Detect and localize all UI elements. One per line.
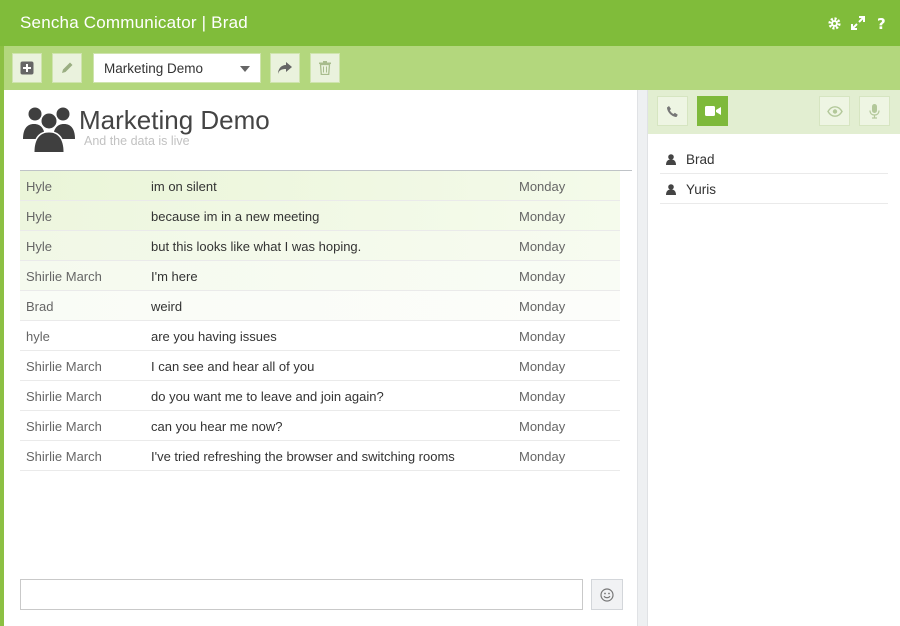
message-user: Hyle xyxy=(26,209,53,224)
message-row[interactable]: Shirlie March do you want me to leave an… xyxy=(20,381,620,411)
video-icon xyxy=(704,106,721,116)
user-icon xyxy=(666,154,676,165)
expand-icon[interactable] xyxy=(850,15,865,31)
message-user: Brad xyxy=(26,299,54,314)
message-user: hyle xyxy=(26,329,50,344)
message-user: Shirlie March xyxy=(26,269,102,284)
participant-list: Brad Yuris xyxy=(660,144,888,204)
message-text: can you hear me now? xyxy=(151,419,283,434)
message-date: Monday xyxy=(519,329,566,344)
message-date: Monday xyxy=(519,179,566,194)
room-title: Marketing Demo xyxy=(79,105,270,135)
message-date: Monday xyxy=(519,449,566,464)
add-icon xyxy=(20,61,34,75)
room-select[interactable]: Marketing Demo xyxy=(93,53,261,83)
message-text: I've tried refreshing the browser and sw… xyxy=(151,449,455,464)
mute-button[interactable] xyxy=(859,96,890,126)
message-row[interactable]: Hyle im on silent Monday xyxy=(20,171,620,201)
microphone-icon xyxy=(869,103,880,119)
participant-item[interactable]: Yuris xyxy=(660,174,888,204)
message-text: weird xyxy=(151,299,183,314)
edit-room-button[interactable] xyxy=(52,53,82,83)
phone-icon xyxy=(667,105,678,117)
message-row[interactable]: Hyle but this looks like what I was hopi… xyxy=(20,231,620,261)
eye-icon xyxy=(826,105,843,117)
message-input[interactable] xyxy=(20,579,583,610)
message-user: Hyle xyxy=(26,239,53,254)
group-icon xyxy=(22,104,76,152)
message-user: Shirlie March xyxy=(26,389,102,404)
app-title: Sencha Communicator | Brad xyxy=(20,13,248,32)
user-icon xyxy=(666,184,676,195)
message-row[interactable]: Shirlie March I've tried refreshing the … xyxy=(20,441,620,471)
message-text: I can see and hear all of you xyxy=(151,359,315,374)
message-text: but this looks like what I was hoping. xyxy=(151,239,362,254)
edit-icon xyxy=(62,62,73,73)
call-toolbar xyxy=(648,90,900,134)
message-user: Hyle xyxy=(26,179,53,194)
call-panel: Brad Yuris xyxy=(648,90,900,626)
emoji-button[interactable] xyxy=(591,579,623,610)
message-text: are you having issues xyxy=(151,329,277,344)
add-room-button[interactable] xyxy=(12,53,42,83)
watch-button[interactable] xyxy=(819,96,850,126)
smiley-icon xyxy=(600,587,614,602)
message-row[interactable]: Brad weird Monday xyxy=(20,291,620,321)
help-icon[interactable]: ? xyxy=(873,15,888,31)
message-user: Shirlie March xyxy=(26,449,102,464)
message-row[interactable]: Shirlie March I can see and hear all of … xyxy=(20,351,620,381)
share-button[interactable] xyxy=(270,53,300,83)
message-row[interactable]: Hyle because im in a new meeting Monday xyxy=(20,201,620,231)
participant-item[interactable]: Brad xyxy=(660,144,888,174)
message-text: do you want me to leave and join again? xyxy=(151,389,384,404)
message-date: Monday xyxy=(519,389,566,404)
share-icon xyxy=(278,62,292,74)
message-date: Monday xyxy=(519,269,566,284)
trash-icon xyxy=(319,61,331,75)
message-row[interactable]: Shirlie March can you hear me now? Monda… xyxy=(20,411,620,441)
chat-panel: Marketing Demo And the data is live Hyle… xyxy=(4,90,637,626)
message-row[interactable]: Shirlie March I'm here Monday xyxy=(20,261,620,291)
message-date: Monday xyxy=(519,299,566,314)
title-bar: Sencha Communicator | Brad ? xyxy=(0,0,900,46)
header-tools: ? xyxy=(827,15,888,31)
message-text: im on silent xyxy=(151,179,217,194)
delete-button[interactable] xyxy=(310,53,340,83)
message-user: Shirlie March xyxy=(26,419,102,434)
participant-name: Brad xyxy=(686,152,715,167)
message-date: Monday xyxy=(519,359,566,374)
room-select-value: Marketing Demo xyxy=(104,61,204,76)
gear-icon[interactable] xyxy=(827,15,842,31)
main-toolbar: Marketing Demo xyxy=(4,46,900,90)
participant-name: Yuris xyxy=(686,182,717,197)
video-call-button[interactable] xyxy=(697,96,728,126)
message-text: because im in a new meeting xyxy=(151,209,320,224)
message-date: Monday xyxy=(519,239,566,254)
voice-call-button[interactable] xyxy=(657,96,688,126)
room-subtitle: And the data is live xyxy=(84,134,190,148)
svg-text:?: ? xyxy=(877,16,886,31)
panel-splitter[interactable] xyxy=(637,90,648,626)
message-row[interactable]: hyle are you having issues Monday xyxy=(20,321,620,351)
message-date: Monday xyxy=(519,209,566,224)
message-user: Shirlie March xyxy=(26,359,102,374)
message-list: Hyle im on silent Monday Hyle because im… xyxy=(20,171,620,471)
message-date: Monday xyxy=(519,419,566,434)
chevron-down-icon xyxy=(240,66,250,72)
message-text: I'm here xyxy=(151,269,198,284)
